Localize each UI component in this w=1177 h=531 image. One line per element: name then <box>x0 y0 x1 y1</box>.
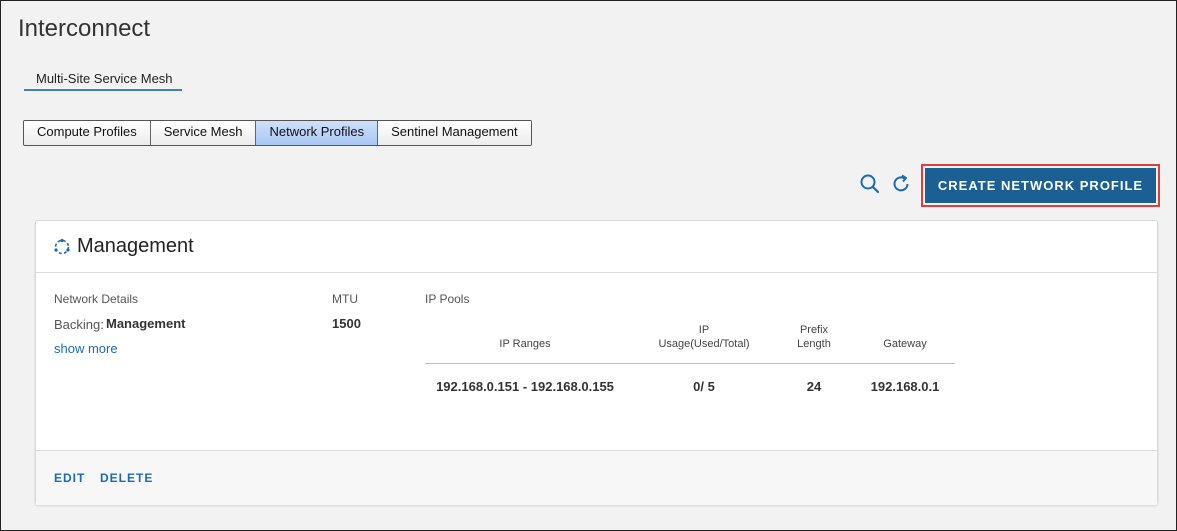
create-network-profile-label: CREATE NETWORK PROFILE <box>925 168 1156 203</box>
column-gateway: Gateway <box>883 338 927 350</box>
refresh-icon[interactable] <box>890 173 912 195</box>
delete-button[interactable]: DELETE <box>100 471 153 485</box>
network-icon <box>53 238 71 256</box>
card-title: Management <box>77 235 194 257</box>
network-profile-card: Management Network Details Backing: Mana… <box>35 220 1158 505</box>
search-icon[interactable] <box>859 173 881 195</box>
backing-label: Backing: <box>54 317 104 332</box>
cell-gateway: 192.168.0.1 <box>870 379 940 394</box>
tab-compute-profiles[interactable]: Compute Profiles <box>24 121 151 145</box>
tab-network-profiles[interactable]: Network Profiles <box>256 121 379 145</box>
profile-segmented-control: Compute Profiles Service Mesh Network Pr… <box>23 120 532 146</box>
mtu-value: 1500 <box>332 316 361 331</box>
column-prefix-length: Prefix Length <box>797 324 831 350</box>
tab-service-mesh[interactable]: Service Mesh <box>150 121 257 145</box>
show-more-link[interactable]: show more <box>54 341 118 356</box>
page-title: Interconnect <box>18 15 151 42</box>
edit-button[interactable]: EDIT <box>54 471 85 485</box>
card-footer: EDIT DELETE <box>36 450 1157 505</box>
cell-ip-ranges: 192.168.0.151 - 192.168.0.155 <box>436 379 614 394</box>
network-details-label: Network Details <box>54 292 139 306</box>
backing-value: Management <box>106 316 186 331</box>
table-header-divider <box>425 363 955 364</box>
tab-multi-site-service-mesh[interactable]: Multi-Site Service Mesh <box>24 71 182 91</box>
tab-sentinel-management[interactable]: Sentinel Management <box>378 121 531 145</box>
cell-prefix-length: 24 <box>806 379 822 394</box>
ip-pools-label: IP Pools <box>425 292 470 306</box>
column-ip-ranges: IP Ranges <box>499 338 551 350</box>
card-header: Management <box>36 221 1157 273</box>
column-ip-usage: IP Usage(Used/Total) <box>658 324 750 350</box>
cell-ip-usage: 0/ 5 <box>693 379 715 394</box>
create-network-profile-button[interactable]: CREATE NETWORK PROFILE <box>921 164 1160 207</box>
mtu-label: MTU <box>332 292 358 306</box>
